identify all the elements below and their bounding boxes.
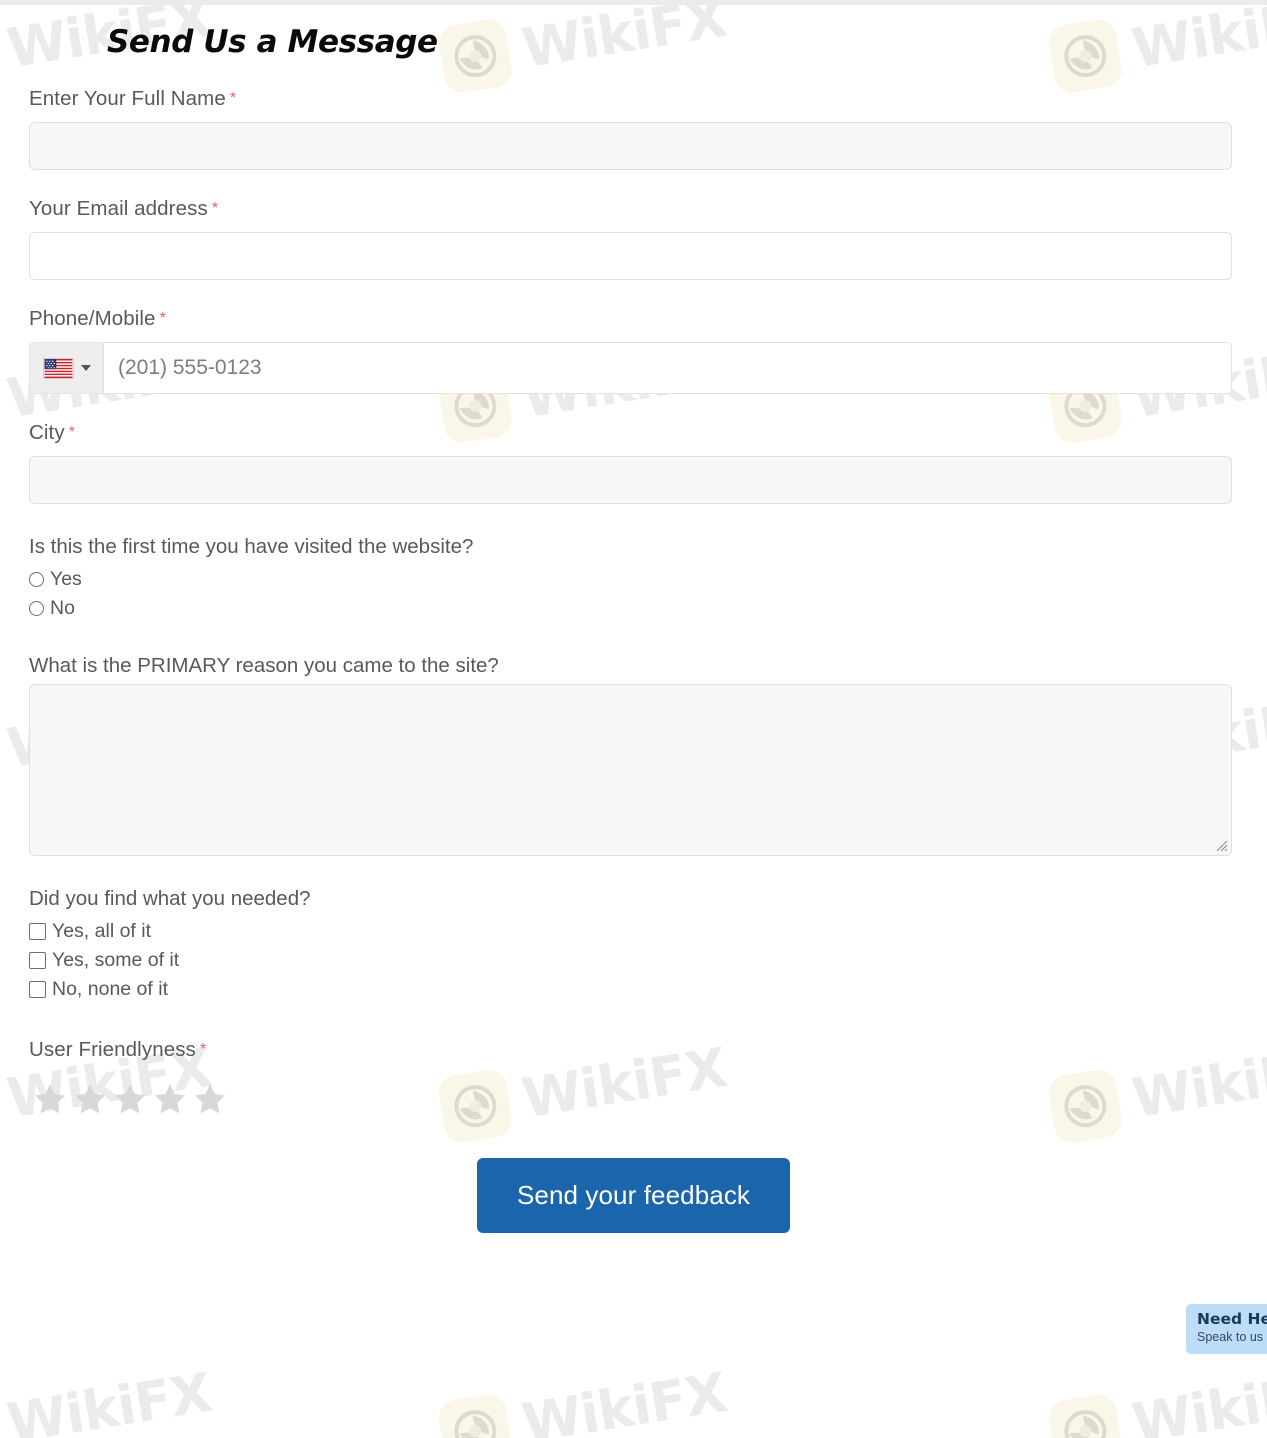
primary-reason-textarea[interactable]	[29, 684, 1232, 856]
checkbox-square-icon	[29, 952, 46, 969]
need-help-chat-widget[interactable]: Need Help Speak to us	[1186, 1304, 1267, 1354]
watermark-tile: WikiFX	[0, 1358, 216, 1438]
watermark-logo	[1046, 1392, 1125, 1438]
field-phone: Phone/Mobile *	[29, 307, 1238, 394]
watermark-text: WikiFX	[2, 1360, 216, 1438]
checkbox-option-none[interactable]: No, none of it	[29, 975, 1238, 1004]
submit-row: Send your feedback	[29, 1158, 1238, 1233]
feedback-form-page: Send Us a Message Enter Your Full Name * …	[0, 0, 1267, 1233]
radio-option-no-label: No	[50, 597, 75, 619]
star-icon[interactable]	[113, 1082, 147, 1116]
field-full-name: Enter Your Full Name *	[29, 87, 1238, 170]
watermark-logo	[436, 1392, 515, 1438]
question-first-visit: Is this the first time you have visited …	[29, 535, 1238, 623]
star-icon[interactable]	[193, 1082, 227, 1116]
radio-option-yes-label: Yes	[50, 568, 82, 590]
full-name-label-text: Enter Your Full Name	[29, 87, 226, 110]
radio-option-no[interactable]: No	[29, 594, 1238, 623]
us-flag-icon	[42, 357, 74, 379]
send-feedback-button[interactable]: Send your feedback	[476, 1158, 791, 1233]
star-icon[interactable]	[153, 1082, 187, 1116]
field-user-friendlyness: User Friendlyness *	[29, 1038, 1238, 1116]
field-email: Your Email address *	[29, 197, 1238, 280]
star-icon[interactable]	[73, 1082, 107, 1116]
phone-input-group	[29, 342, 1232, 394]
radio-circle-icon	[29, 601, 44, 616]
primary-reason-question-text: What is the PRIMARY reason you came to t…	[29, 654, 499, 677]
checkbox-square-icon	[29, 981, 46, 998]
phone-number-input[interactable]	[104, 343, 1231, 393]
phone-label: Phone/Mobile *	[29, 307, 1238, 331]
email-label-text: Your Email address	[29, 197, 208, 220]
star-rating-control[interactable]	[29, 1082, 1238, 1116]
top-divider	[0, 0, 1267, 5]
checkbox-option-all[interactable]: Yes, all of it	[29, 917, 1238, 946]
checkbox-option-all-label: Yes, all of it	[52, 920, 152, 942]
checkbox-option-some-label: Yes, some of it	[52, 949, 180, 971]
full-name-label: Enter Your Full Name *	[29, 87, 1238, 111]
phone-label-text: Phone/Mobile	[29, 307, 156, 330]
watermark-text: WikiFX	[517, 1360, 731, 1438]
watermark-tile: WikiFX	[1046, 1358, 1267, 1438]
email-label: Your Email address *	[29, 197, 1238, 221]
required-asterisk: *	[159, 310, 166, 327]
checkbox-square-icon	[29, 923, 46, 940]
checkbox-option-none-label: No, none of it	[52, 978, 168, 1000]
chevron-down-icon	[80, 365, 91, 371]
required-asterisk: *	[229, 90, 237, 107]
question-primary-reason: What is the PRIMARY reason you came to t…	[29, 654, 1238, 856]
found-needed-question-text: Did you find what you needed?	[29, 887, 311, 910]
wikifx-eagle-logo-icon	[1064, 1410, 1107, 1438]
primary-reason-textarea-wrap	[29, 684, 1232, 856]
required-asterisk: *	[199, 1041, 207, 1058]
watermark-tile: WikiFX	[436, 1358, 730, 1438]
email-input[interactable]	[29, 232, 1232, 280]
first-visit-question-text: Is this the first time you have visited …	[29, 535, 474, 558]
city-label: City *	[29, 421, 1238, 445]
city-input[interactable]	[29, 456, 1232, 504]
radio-option-yes[interactable]: Yes	[29, 565, 1238, 594]
field-city: City *	[29, 421, 1238, 504]
required-asterisk: *	[211, 200, 219, 217]
city-label-text: City	[29, 421, 65, 444]
wikifx-eagle-logo-icon	[454, 1410, 497, 1438]
page-title: Send Us a Message	[107, 24, 438, 60]
watermark-text: WikiFX	[1127, 1360, 1267, 1438]
user-friendlyness-label: User Friendlyness *	[29, 1038, 1238, 1062]
required-asterisk: *	[68, 424, 76, 441]
checkbox-option-some[interactable]: Yes, some of it	[29, 946, 1238, 975]
star-icon[interactable]	[33, 1082, 67, 1116]
country-selector-button[interactable]	[30, 343, 104, 393]
chat-widget-subtitle: Speak to us	[1197, 1330, 1264, 1345]
question-found-needed: Did you find what you needed? Yes, all o…	[29, 887, 1238, 1004]
user-friendlyness-label-text: User Friendlyness	[29, 1038, 196, 1061]
radio-circle-icon	[29, 572, 44, 587]
chat-widget-title: Need Help	[1197, 1310, 1267, 1328]
full-name-input[interactable]	[29, 122, 1232, 170]
